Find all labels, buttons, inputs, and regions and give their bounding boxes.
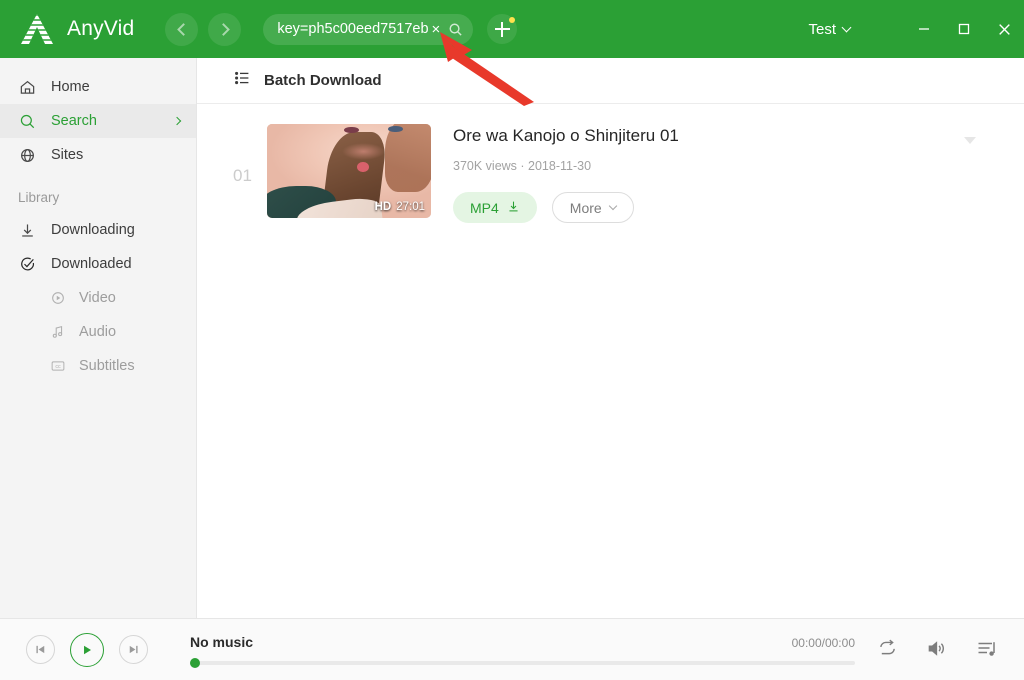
closed-caption-icon: cc bbox=[48, 358, 67, 374]
result-item: 01 HD 27:01 Ore wa Kanojo o Shinjiteru 0… bbox=[197, 122, 1024, 223]
titlebar-right: Test bbox=[808, 0, 1024, 58]
quality-badge: HD bbox=[374, 201, 392, 213]
new-tab-button[interactable] bbox=[487, 14, 518, 44]
sidebar-item-label: Sites bbox=[51, 147, 84, 163]
duration-badge: 27:01 bbox=[396, 201, 425, 213]
player-track-info: No music 00:00/00:00 bbox=[148, 634, 877, 668]
player-title: No music bbox=[190, 634, 254, 650]
sidebar-item-downloaded[interactable]: Downloaded bbox=[0, 247, 196, 281]
globe-icon bbox=[18, 147, 37, 164]
result-collapse-caret[interactable] bbox=[964, 137, 976, 144]
sidebar-item-label: Home bbox=[51, 79, 90, 95]
list-icon[interactable] bbox=[233, 69, 251, 92]
home-icon bbox=[18, 79, 37, 96]
volume-button[interactable] bbox=[926, 639, 948, 658]
sidebar-item-sites[interactable]: Sites bbox=[0, 138, 196, 172]
player-time: 00:00/00:00 bbox=[791, 636, 855, 650]
next-track-button[interactable] bbox=[119, 635, 148, 664]
search-icon bbox=[18, 113, 37, 130]
player-right-controls bbox=[877, 639, 998, 661]
play-circle-icon bbox=[48, 290, 67, 306]
download-icon bbox=[18, 222, 37, 239]
player-progress-handle[interactable] bbox=[190, 658, 200, 668]
download-icon bbox=[507, 200, 520, 216]
more-label: More bbox=[569, 199, 602, 216]
player-progress-bar[interactable] bbox=[190, 658, 855, 668]
forward-button[interactable] bbox=[208, 12, 242, 46]
playlist-icon bbox=[978, 641, 995, 656]
notification-dot bbox=[509, 17, 516, 23]
player-bar: No music 00:00/00:00 bbox=[0, 618, 1024, 680]
account-name: Test bbox=[808, 20, 836, 38]
window-controls bbox=[904, 0, 1024, 58]
result-info: Ore wa Kanojo o Shinjiteru 01 370K views… bbox=[431, 122, 996, 223]
navigation-buttons bbox=[165, 12, 242, 46]
sidebar: Home Search Sites Library Downloading Do… bbox=[0, 58, 197, 618]
sidebar-section-library: Library bbox=[18, 190, 60, 205]
play-button[interactable] bbox=[70, 632, 104, 667]
batch-download-label[interactable]: Batch Download bbox=[264, 72, 382, 89]
check-circle-icon bbox=[18, 256, 37, 273]
anyvid-logo-icon bbox=[18, 11, 56, 47]
sidebar-item-home[interactable]: Home bbox=[0, 70, 196, 104]
sidebar-item-label: Subtitles bbox=[79, 358, 135, 374]
maximize-icon bbox=[958, 23, 970, 35]
download-mp4-button[interactable]: MP4 bbox=[453, 192, 537, 223]
previous-track-icon bbox=[36, 645, 45, 654]
next-track-icon bbox=[129, 645, 138, 654]
download-mp4-label: MP4 bbox=[470, 199, 499, 216]
sidebar-item-audio[interactable]: Audio bbox=[0, 315, 196, 349]
video-meta: 370K views · 2018-11-30 bbox=[453, 159, 592, 173]
sidebar-item-subtitles[interactable]: cc Subtitles bbox=[0, 349, 196, 383]
minimize-icon bbox=[919, 28, 929, 30]
title-bar: AnyVid key=ph5c00eed7517eb × Test bbox=[0, 0, 1024, 58]
chevron-left-icon bbox=[176, 22, 190, 36]
back-button[interactable] bbox=[165, 12, 199, 46]
sidebar-item-label: Search bbox=[51, 113, 97, 129]
music-note-icon bbox=[48, 324, 67, 340]
volume-icon bbox=[928, 641, 944, 656]
sidebar-item-video[interactable]: Video bbox=[0, 281, 196, 315]
player-controls bbox=[26, 632, 148, 667]
close-button[interactable] bbox=[984, 0, 1024, 58]
search-bar[interactable]: key=ph5c00eed7517eb × bbox=[263, 13, 474, 45]
more-options-button[interactable]: More bbox=[551, 192, 634, 223]
result-actions: MP4 More bbox=[453, 192, 996, 223]
search-icon[interactable] bbox=[448, 22, 463, 37]
app-body: Home Search Sites Library Downloading Do… bbox=[0, 58, 1024, 618]
clear-search-icon[interactable]: × bbox=[432, 22, 441, 37]
sidebar-item-label: Video bbox=[79, 290, 116, 306]
brand: AnyVid bbox=[0, 11, 134, 47]
brand-name: AnyVid bbox=[67, 17, 135, 40]
sidebar-item-downloading[interactable]: Downloading bbox=[0, 213, 196, 247]
anyvid-window: AnyVid key=ph5c00eed7517eb × Test Home S… bbox=[0, 0, 1024, 680]
svg-text:cc: cc bbox=[55, 364, 61, 370]
video-thumbnail[interactable]: HD 27:01 bbox=[267, 124, 431, 218]
search-results-list: 01 HD 27:01 Ore wa Kanojo o Shinjiteru 0… bbox=[197, 104, 1024, 618]
sidebar-item-search[interactable]: Search bbox=[0, 104, 196, 138]
sidebar-item-label: Audio bbox=[79, 324, 117, 340]
minimize-button[interactable] bbox=[904, 0, 944, 58]
repeat-icon bbox=[880, 639, 895, 655]
search-input[interactable]: key=ph5c00eed7517eb bbox=[277, 21, 428, 37]
content-header: Batch Download bbox=[197, 58, 1024, 104]
thumbnail-badge: HD 27:01 bbox=[375, 201, 425, 213]
playlist-button[interactable] bbox=[976, 639, 998, 659]
sidebar-nav: Home Search Sites Library Downloading Do… bbox=[0, 70, 196, 383]
play-icon bbox=[84, 645, 92, 654]
previous-track-button[interactable] bbox=[26, 635, 55, 664]
content-area: Batch Download 01 HD 27:01 Ore wa Kanojo… bbox=[197, 58, 1024, 618]
chevron-right-icon bbox=[172, 116, 182, 126]
video-title[interactable]: Ore wa Kanojo o Shinjiteru 01 bbox=[453, 126, 996, 146]
maximize-button[interactable] bbox=[944, 0, 984, 58]
repeat-button[interactable] bbox=[877, 639, 898, 658]
chevron-down-icon bbox=[608, 201, 617, 210]
sidebar-item-label: Downloaded bbox=[51, 256, 132, 272]
chevron-down-icon bbox=[841, 22, 852, 32]
sidebar-item-label: Downloading bbox=[51, 222, 135, 238]
close-icon bbox=[998, 23, 1010, 35]
account-menu[interactable]: Test bbox=[808, 20, 852, 38]
chevron-right-icon bbox=[216, 22, 230, 36]
result-index: 01 bbox=[233, 166, 252, 185]
